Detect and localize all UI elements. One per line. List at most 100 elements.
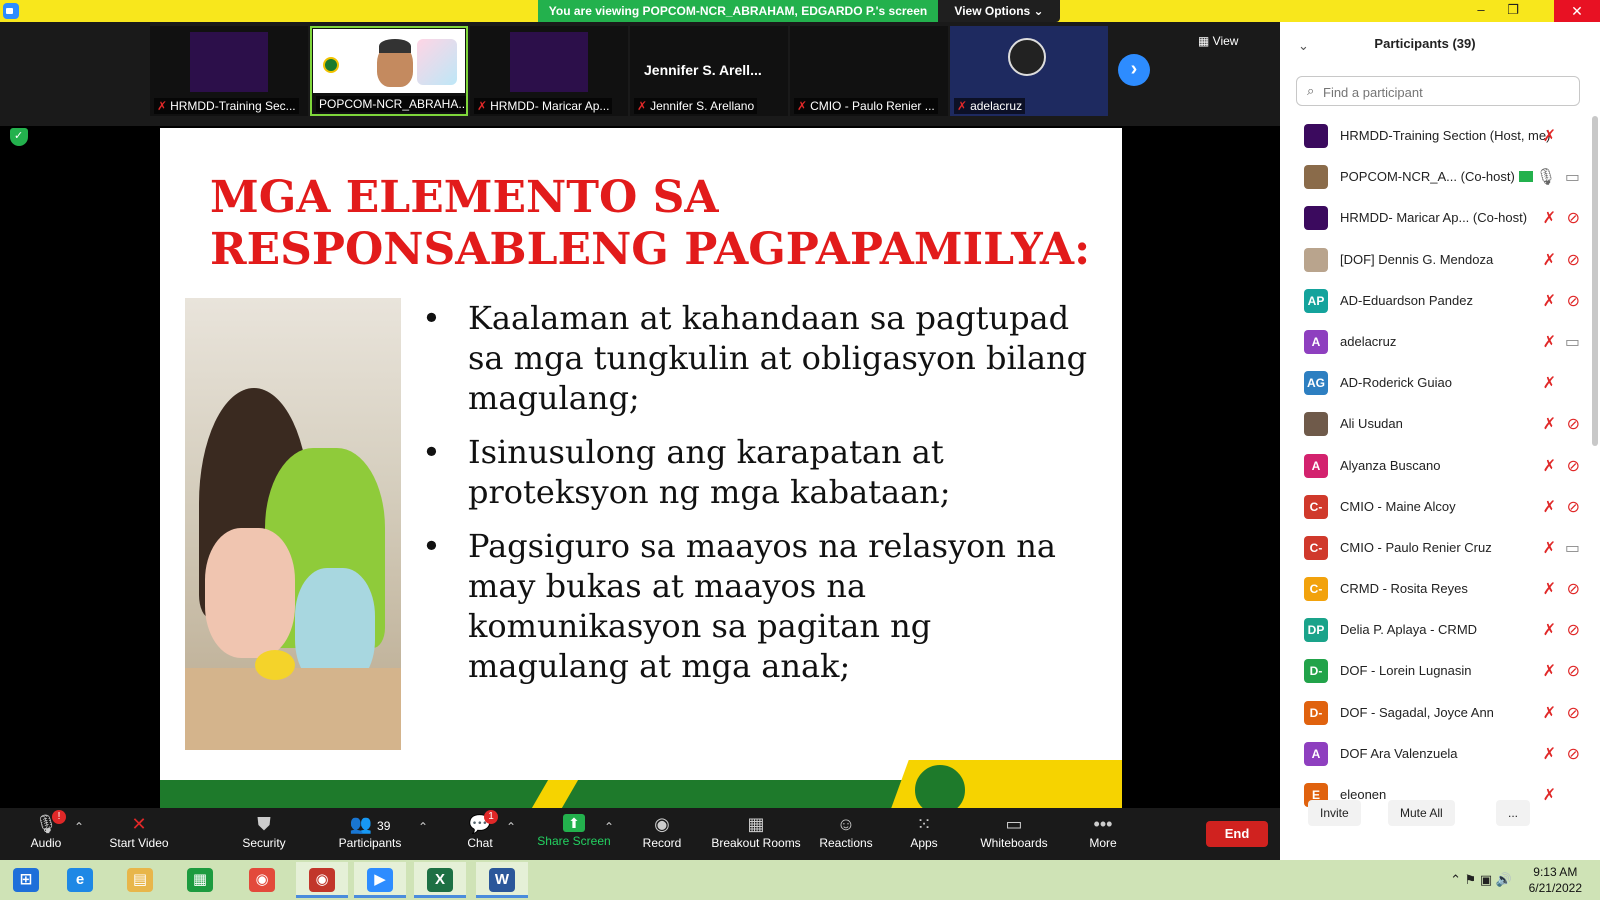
participants-options-caret[interactable]: ⌃ <box>418 820 428 834</box>
chat-options-caret[interactable]: ⌃ <box>506 820 516 834</box>
participant-row[interactable]: A DOF Ara Valenzuela ✗ ⊘ <box>1280 734 1588 775</box>
system-tray[interactable]: ⌃ ⚑ ▣ 🔊 <box>1450 872 1512 888</box>
taskbar-zoom-icon[interactable]: ▶ <box>354 862 406 898</box>
camera-icon[interactable]: ▭ <box>1565 538 1580 558</box>
mic-muted-icon[interactable]: ✗ <box>1543 744 1556 764</box>
participant-row[interactable]: HRMDD- Maricar Ap... (Co-host) ✗ ⊘ <box>1280 198 1588 239</box>
taskbar-microsoft-store-icon[interactable]: ▦ <box>174 862 226 898</box>
view-options-button[interactable]: View Options ⌄ <box>938 0 1060 22</box>
shield-icon: ⛊ <box>257 814 271 834</box>
participant-search[interactable]: ⌕ <box>1296 76 1580 106</box>
share-options-caret[interactable]: ⌃ <box>604 820 614 834</box>
participant-row[interactable]: C- CMIO - Maine Alcoy ✗ ⊘ <box>1280 487 1588 528</box>
participant-row[interactable]: AG AD-Roderick Guiao ✗ <box>1280 363 1588 404</box>
camera-off-icon[interactable]: ⊘ <box>1567 661 1580 681</box>
mic-muted-icon[interactable]: ✗ <box>1543 126 1556 146</box>
participant-row[interactable]: [DOF] Dennis G. Mendoza ✗ ⊘ <box>1280 240 1588 281</box>
mic-muted-icon[interactable]: ✗ <box>1543 661 1556 681</box>
mic-muted-icon[interactable]: ✗ <box>1543 208 1556 228</box>
participant-row[interactable]: HRMDD-Training Section (Host, me) ✗ <box>1280 116 1588 157</box>
audio-options-caret[interactable]: ⌃ <box>74 820 84 834</box>
taskbar-excel-icon[interactable]: X <box>414 862 466 898</box>
mic-muted-icon[interactable]: ✗ <box>1543 332 1556 352</box>
participants-button[interactable]: 👥 39 Participants <box>334 810 406 858</box>
camera-off-icon[interactable]: ⊘ <box>1567 414 1580 434</box>
camera-off-icon[interactable]: ⊘ <box>1567 620 1580 640</box>
camera-off-icon[interactable]: ⊘ <box>1567 744 1580 764</box>
audio-button[interactable]: 🎙 Audio ! <box>22 810 70 858</box>
taskbar-windows-start-icon[interactable]: ⊞ <box>0 862 52 898</box>
end-meeting-button[interactable]: End <box>1206 821 1268 847</box>
mic-muted-icon[interactable]: ✗ <box>1543 579 1556 599</box>
taskbar-chrome-profile-icon[interactable]: ◉ <box>296 862 348 898</box>
panel-more-button[interactable]: ... <box>1496 800 1531 826</box>
mic-muted-icon[interactable]: ✗ <box>1543 538 1556 558</box>
participant-row[interactable]: DP Delia P. Aplaya - CRMD ✗ ⊘ <box>1280 610 1588 651</box>
breakout-rooms-button[interactable]: ▦ Breakout Rooms <box>708 810 804 858</box>
video-tile[interactable]: Jennifer S. Arell... ✗ Jennifer S. Arellan… <box>630 26 788 116</box>
participant-name-text: Ali Usudan <box>1340 416 1403 432</box>
invite-button[interactable]: Invite <box>1308 800 1361 826</box>
camera-off-icon[interactable]: ⊘ <box>1567 497 1580 517</box>
record-button[interactable]: ◉ Record <box>638 810 686 858</box>
participant-row[interactable]: POPCOM-NCR_A... (Co-host) 🎙 ▭ <box>1280 157 1588 198</box>
whiteboards-button[interactable]: ▭ Whiteboards <box>976 810 1052 858</box>
mic-muted-icon[interactable]: ✗ <box>1543 373 1556 393</box>
camera-off-icon[interactable]: ⊘ <box>1567 456 1580 476</box>
mute-all-button[interactable]: Mute All <box>1388 800 1455 826</box>
close-button[interactable]: ✕ <box>1554 0 1600 22</box>
participant-row[interactable]: C- CMIO - Paulo Renier Cruz ✗ ▭ <box>1280 528 1588 569</box>
start-video-label: Start Video <box>109 836 169 850</box>
apps-button[interactable]: ⁙ Apps <box>906 810 942 858</box>
encryption-shield-icon[interactable] <box>10 128 28 146</box>
more-button[interactable]: ••• More <box>1086 810 1120 858</box>
mic-muted-icon[interactable]: ✗ <box>1543 456 1556 476</box>
chat-button[interactable]: 💬 Chat 1 <box>462 810 498 858</box>
view-label: View <box>1212 34 1239 48</box>
participant-search-input[interactable] <box>1323 82 1573 102</box>
taskbar-chrome-icon[interactable]: ◉ <box>236 862 288 898</box>
next-page-button[interactable]: › <box>1118 54 1150 86</box>
camera-off-icon[interactable]: ⊘ <box>1567 208 1580 228</box>
camera-icon[interactable]: ▭ <box>1565 167 1580 187</box>
audio-label: Audio <box>30 836 62 850</box>
taskbar-file-explorer-icon[interactable]: ▤ <box>114 862 166 898</box>
security-button[interactable]: ⛊ Security <box>238 810 290 858</box>
participant-row[interactable]: Aadelacruz ✗ ▭ <box>1280 322 1588 363</box>
reactions-button[interactable]: ☺ Reactions <box>816 810 876 858</box>
minimize-button[interactable]: – <box>1466 0 1496 22</box>
mic-muted-icon[interactable]: ✗ <box>1543 497 1556 517</box>
participant-row[interactable]: Ali Usudan ✗ ⊘ <box>1280 404 1588 445</box>
video-tile[interactable]: ✗ CMIO - Paulo Renier ... <box>790 26 948 116</box>
mic-muted-icon[interactable]: ✗ <box>1543 703 1556 723</box>
participant-row[interactable]: A Alyanza Buscano ✗ ⊘ <box>1280 446 1588 487</box>
taskbar-clock[interactable]: 9:13 AM 6/21/2022 <box>1529 864 1582 896</box>
mic-muted-icon[interactable]: ✗ <box>1543 414 1556 434</box>
participant-avatar: C- <box>1304 535 1328 560</box>
taskbar-internet-explorer-icon[interactable]: e <box>54 862 106 898</box>
video-tile[interactable]: ✗ HRMDD-Training Sec... <box>150 26 308 116</box>
view-button[interactable]: ▦ View <box>1198 34 1238 48</box>
microphone-icon[interactable]: 🎙 <box>1536 167 1556 187</box>
video-tile[interactable]: POPCOM-NCR_ABRAHA... <box>310 26 468 116</box>
participant-row[interactable]: AP AD-Eduardson Pandez ✗ ⊘ <box>1280 281 1588 322</box>
participants-scrollbar[interactable] <box>1592 116 1598 446</box>
restore-button[interactable]: ❐ <box>1498 0 1528 22</box>
camera-icon[interactable]: ▭ <box>1565 332 1580 352</box>
video-tile[interactable]: ✗ adelacruz <box>950 26 1108 116</box>
camera-off-icon[interactable]: ⊘ <box>1567 250 1580 270</box>
participant-name-text: HRMDD-Training Section (Host, me) <box>1340 128 1551 143</box>
camera-off-icon[interactable]: ⊘ <box>1567 703 1580 723</box>
participant-row[interactable]: D- DOF - Sagadal, Joyce Ann ✗ ⊘ <box>1280 693 1588 734</box>
camera-off-icon[interactable]: ⊘ <box>1567 291 1580 311</box>
mic-muted-icon[interactable]: ✗ <box>1543 291 1556 311</box>
participant-row[interactable]: C- CRMD - Rosita Reyes ✗ ⊘ <box>1280 569 1588 610</box>
taskbar-word-icon[interactable]: W <box>476 862 528 898</box>
camera-off-icon[interactable]: ⊘ <box>1567 579 1580 599</box>
participant-row[interactable]: D- DOF - Lorein Lugnasin ✗ ⊘ <box>1280 651 1588 692</box>
start-video-button[interactable]: ✕ Start Video <box>104 810 174 858</box>
mic-muted-icon[interactable]: ✗ <box>1543 620 1556 640</box>
share-screen-button[interactable]: ⬆ Share Screen <box>536 810 612 858</box>
mic-muted-icon[interactable]: ✗ <box>1543 250 1556 270</box>
video-tile[interactable]: ✗ HRMDD- Maricar Ap... <box>470 26 628 116</box>
